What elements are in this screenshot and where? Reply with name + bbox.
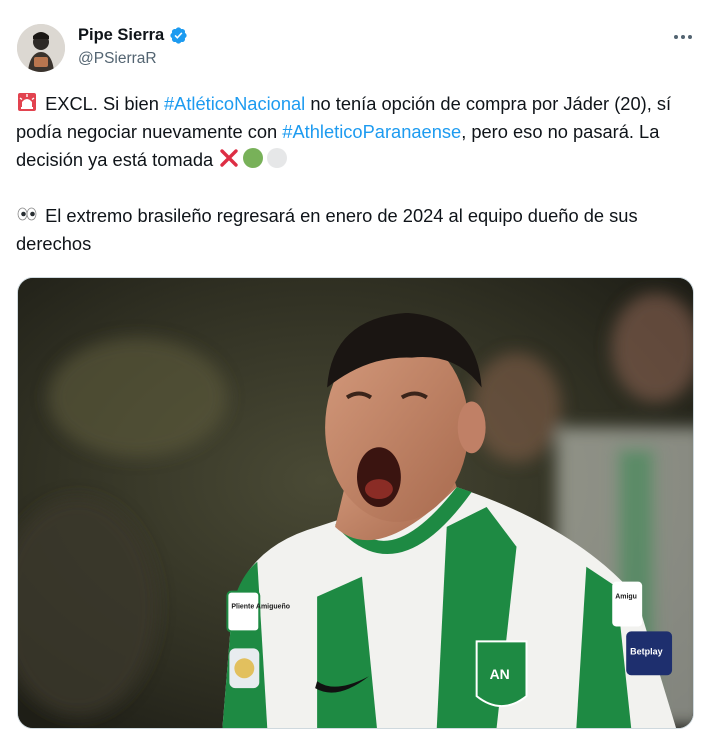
club-crest-text: AN <box>490 666 510 682</box>
sponsor-patch-text: Betplay <box>630 646 662 656</box>
player-celebration-photo-icon: Pliente Amigueño Amigu Betplay AN <box>18 278 693 728</box>
tweet-text-part-1: EXCL. Si bien <box>40 93 164 114</box>
author-handle[interactable]: @PSierraR <box>78 50 157 68</box>
eyes-emoji-icon <box>16 203 38 225</box>
more-options-icon[interactable] <box>668 24 698 50</box>
tweet-media-photo[interactable]: Pliente Amigueño Amigu Betplay AN <box>17 277 694 729</box>
siren-emoji-icon <box>16 91 38 113</box>
white-circle-emoji-icon <box>266 147 288 169</box>
author-avatar[interactable] <box>17 24 65 72</box>
hashtag-atletico-nacional[interactable]: #AtléticoNacional <box>164 93 305 114</box>
tweet-paragraph-1: EXCL. Si bien #AtléticoNacional no tenía… <box>16 90 702 174</box>
hashtag-athletico-paranaense[interactable]: #AthleticoParanaense <box>282 121 461 142</box>
sleeve-patch-text: Pliente Amigueño <box>231 604 290 611</box>
cross-mark-emoji-icon <box>218 147 240 169</box>
author-display-name[interactable]: Pipe Sierra <box>78 26 164 45</box>
green-circle-emoji-icon <box>242 147 264 169</box>
verified-badge-icon <box>169 26 188 45</box>
tweet-text-paragraph-2: El extremo brasileño regresará en enero … <box>16 205 638 254</box>
profile-photo-icon <box>17 24 65 72</box>
tweet-card[interactable]: Pipe Sierra @PSierraR EXCL. Si bien #Atl… <box>0 0 712 746</box>
tweet-paragraph-2: El extremo brasileño regresará en enero … <box>16 202 702 258</box>
tweet-text: EXCL. Si bien #AtléticoNacional no tenía… <box>16 90 702 258</box>
right-sleeve-text: Amigu <box>615 594 637 601</box>
